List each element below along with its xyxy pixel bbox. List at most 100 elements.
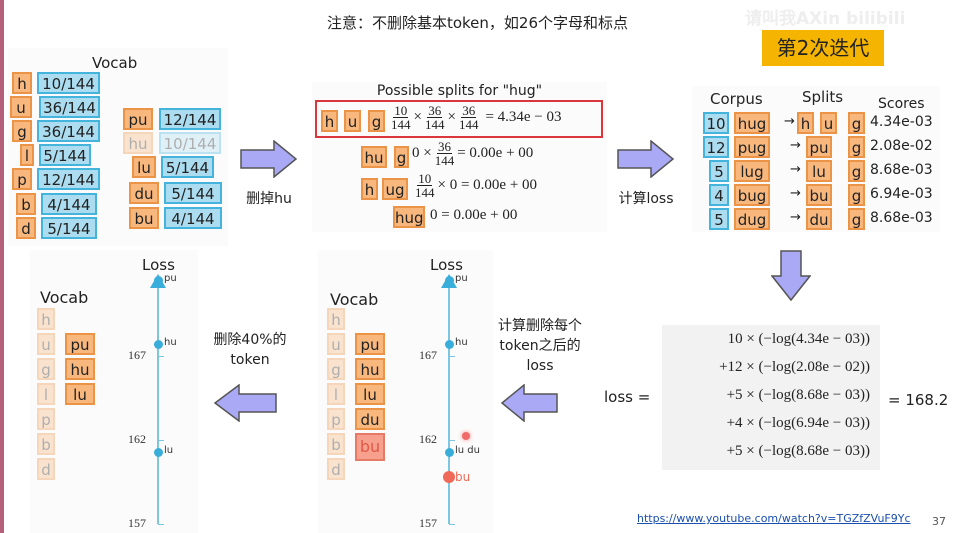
split-token: g [848, 112, 865, 134]
token-hu-removed: hu [123, 132, 153, 154]
loss-term: +5 × (−log(8.68e − 03)) [726, 387, 870, 403]
axis-tick [158, 356, 164, 357]
score: 6.94e-03 [870, 186, 933, 202]
split-token: ug [382, 178, 408, 200]
arrow-right-icon [617, 140, 675, 178]
corpus-count: 4 [709, 184, 729, 206]
loss-term: 10 × (−log(4.34e − 03)) [727, 331, 870, 347]
loss-point-label: pu [455, 273, 468, 285]
split-formula-1: 10 144 × 36 144 × 36 144 = 4.34e − 03 [388, 104, 562, 131]
denominator: 144 [424, 117, 445, 132]
corpus-header: Corpus [710, 90, 763, 108]
split-token: u [820, 112, 837, 134]
arrow-left-icon [500, 384, 558, 422]
axis-tick [449, 440, 455, 441]
split-formula-2: 0 × 36 144 = 0.00e + 00 [412, 140, 533, 167]
arrow-icon: → [790, 138, 801, 153]
prob-g: 36/144 [37, 120, 100, 142]
split-token: g [848, 184, 865, 206]
token-l: l [20, 144, 34, 166]
split-score: = 4.34e − 03 [485, 109, 562, 125]
arrow-icon: → [790, 186, 801, 201]
faded-char-token: u [37, 333, 55, 355]
split-token: h [361, 178, 378, 200]
corpus-word: pug [734, 136, 770, 158]
loss-axis-title: Loss [142, 256, 175, 274]
split-token: g [848, 208, 865, 230]
prob-b: 4/144 [41, 193, 97, 215]
numerator: 10 [393, 103, 409, 118]
corpus-count: 12 [703, 136, 729, 158]
numerator: 10 [417, 171, 433, 186]
vocab-title: Vocab [92, 54, 138, 72]
token-p: p [12, 168, 32, 190]
splits-title: Possible splits for "hug" [376, 83, 543, 99]
source-link[interactable]: https://www.youtube.com/watch?v=TGZfZVuF… [637, 512, 911, 525]
prob-bu: 4/144 [164, 207, 222, 229]
loss-point-label: hu [164, 337, 177, 349]
vocab-title: Vocab [330, 290, 379, 309]
left-panel: Vocab Loss [30, 250, 198, 533]
split-score: × 0 = 0.00e + 00 [437, 177, 538, 193]
iteration-badge: 第2次迭代 [762, 30, 884, 66]
loss-term: +5 × (−log(8.68e − 03)) [726, 443, 870, 459]
subword-token: hu [65, 358, 95, 380]
arrow-icon: → [790, 210, 801, 225]
axis-tick [158, 440, 164, 441]
arrow-icon: → [790, 162, 801, 177]
loss-axis-title: Loss [430, 256, 463, 274]
token-b: b [16, 193, 36, 215]
numerator: 36 [436, 139, 452, 154]
axis-tick [449, 356, 455, 357]
token-g: g [12, 120, 32, 142]
tick-label: 157 [419, 516, 437, 530]
split-token: h [321, 110, 338, 132]
score: 8.68e-03 [870, 210, 933, 226]
corpus-count: 5 [709, 208, 729, 230]
arrow-label-compute-each: 计算删除每个token之后的loss [498, 318, 582, 374]
faded-char-token: b [327, 433, 345, 455]
loss-formula: 10 × (−log(4.34e − 03)) +12 × (−log(2.08… [662, 325, 880, 470]
prob-h: 10/144 [37, 72, 100, 94]
token-u: u [10, 96, 32, 118]
tick-label: 157 [128, 516, 146, 530]
corpus-word: hug [734, 112, 770, 134]
loss-point-label: lu [164, 444, 174, 456]
split-token: bu [806, 184, 832, 206]
faded-char-token: u [327, 333, 345, 355]
denominator: 144 [415, 185, 435, 200]
subword-token: pu [355, 333, 385, 355]
numerator: 36 [461, 103, 477, 118]
prob-lu: 5/144 [161, 156, 214, 178]
vocab-title: Vocab [40, 288, 89, 307]
split-token: g [394, 146, 409, 168]
loss-point-label: hu [455, 337, 468, 349]
score: 2.08e-02 [870, 138, 933, 154]
arrow-right-icon [240, 140, 298, 178]
corpus-word: bug [734, 184, 770, 206]
tick-label: 162 [419, 432, 437, 446]
corpus-word: dug [734, 208, 770, 230]
faded-char-token: b [37, 433, 55, 455]
loss-label: loss = [604, 388, 651, 406]
prob-hu-removed: 10/144 [159, 132, 221, 154]
prob-pu: 12/144 [159, 108, 221, 130]
loss-point-label: lu du [455, 444, 480, 456]
tick-label: 167 [128, 348, 146, 362]
loss-term: +12 × (−log(2.08e − 02)) [719, 359, 870, 375]
tick-label: 162 [128, 432, 146, 446]
loss-point [154, 447, 163, 457]
denominator: 144 [458, 117, 479, 132]
loss-point [443, 470, 455, 483]
faded-char-token: d [37, 458, 55, 480]
corpus-word: lug [734, 160, 770, 182]
token-bu: bu [129, 207, 159, 229]
arrow-label-compute-loss: 计算loss [618, 191, 674, 207]
faded-char-token: l [37, 383, 55, 405]
score: 4.34e-03 [870, 114, 933, 130]
faded-char-token: l [327, 383, 345, 405]
splits-panel: Possible splits for "hug" h u g 10 144 × … [312, 82, 607, 232]
prob-u: 36/144 [39, 96, 100, 118]
page-number: 37 [932, 515, 946, 528]
split-token: u [344, 110, 361, 132]
